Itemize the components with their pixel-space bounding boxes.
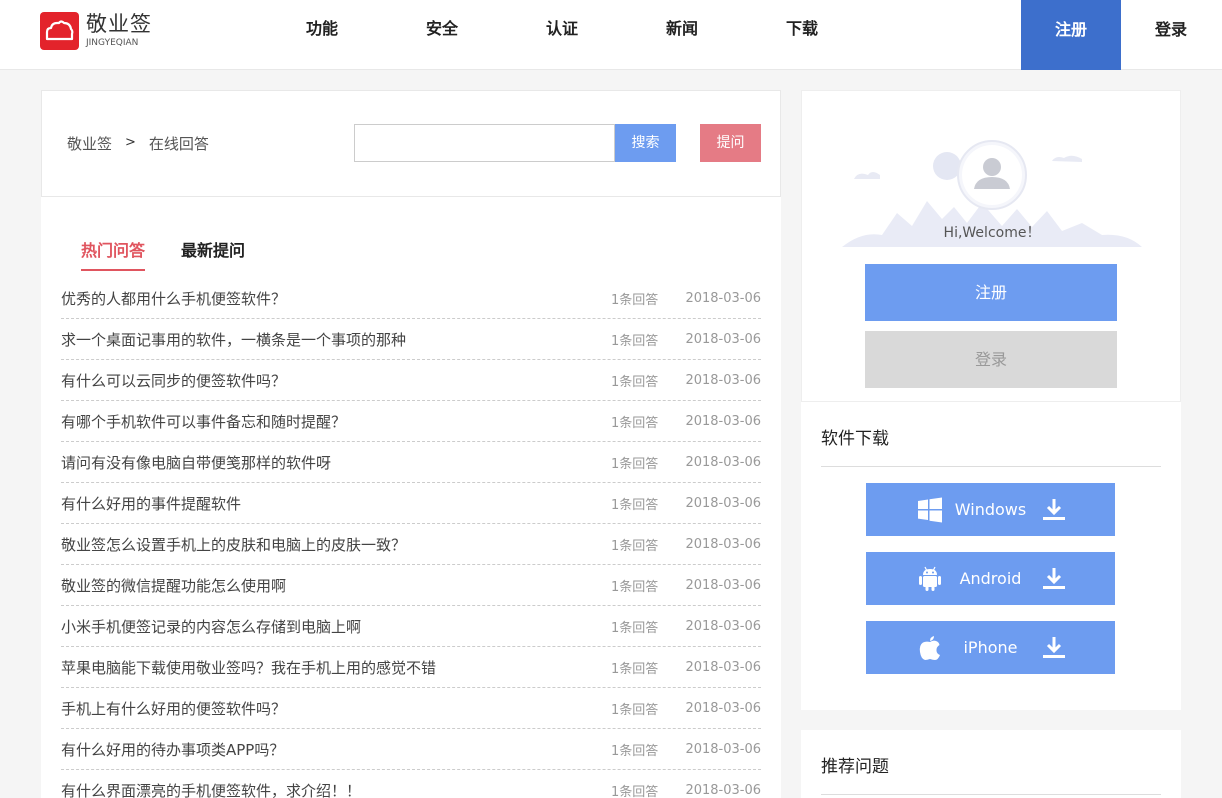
- question-date: 2018-03-06: [685, 372, 761, 388]
- question-date: 2018-03-06: [685, 577, 761, 593]
- download-windows-button[interactable]: Windows: [866, 483, 1115, 536]
- nav-item-certification[interactable]: 认证: [502, 0, 622, 60]
- download-iphone-button[interactable]: iPhone: [866, 621, 1115, 674]
- download-iphone-label: iPhone: [963, 638, 1018, 657]
- sidebar-login-button[interactable]: 登录: [865, 331, 1117, 388]
- top-header: 敬业签 JINGYEQIAN 功能 安全 认证 新闻 下载 注册 登录: [0, 0, 1222, 70]
- question-date: 2018-03-06: [685, 700, 761, 716]
- question-row[interactable]: 小米手机便签记录的内容怎么存储到电脑上啊 1条回答 2018-03-06: [61, 606, 761, 647]
- answer-count: 1条回答: [611, 538, 659, 554]
- answer-count: 1条回答: [611, 743, 659, 759]
- answer-count: 1条回答: [611, 374, 659, 390]
- welcome-panel: Hi,Welcome！ 注册 登录: [801, 90, 1181, 402]
- question-date: 2018-03-06: [685, 413, 761, 429]
- question-date: 2018-03-06: [685, 741, 761, 757]
- tab-latest-questions[interactable]: 最新提问: [181, 237, 245, 271]
- sidebar-register-button[interactable]: 注册: [865, 264, 1117, 321]
- question-row[interactable]: 有什么可以云同步的便签软件吗？ 1条回答 2018-03-06: [61, 360, 761, 401]
- question-date: 2018-03-06: [685, 495, 761, 511]
- nav-item-download[interactable]: 下载: [742, 0, 862, 60]
- header-register-button[interactable]: 注册: [1021, 0, 1121, 70]
- question-row[interactable]: 苹果电脑能下载使用敬业签吗？我在手机上用的感觉不错 1条回答 2018-03-06: [61, 647, 761, 688]
- logo-title: 敬业签: [86, 12, 152, 36]
- ask-question-button[interactable]: 提问: [700, 124, 761, 162]
- answer-count: 1条回答: [611, 415, 659, 431]
- nav-item-security[interactable]: 安全: [382, 0, 502, 60]
- question-date: 2018-03-06: [685, 659, 761, 675]
- answer-count: 1条回答: [611, 333, 659, 349]
- question-date: 2018-03-06: [685, 618, 761, 634]
- answer-count: 1条回答: [611, 456, 659, 472]
- breadcrumb-separator: >: [125, 135, 136, 150]
- nav-item-features[interactable]: 功能: [262, 0, 382, 60]
- question-date: 2018-03-06: [685, 290, 761, 306]
- answer-count: 1条回答: [611, 620, 659, 636]
- answer-count: 1条回答: [611, 702, 659, 718]
- answer-count: 1条回答: [611, 661, 659, 677]
- question-row[interactable]: 有什么好用的事件提醒软件 1条回答 2018-03-06: [61, 483, 761, 524]
- divider: [821, 794, 1161, 795]
- download-arrow-icon: [1043, 568, 1065, 589]
- download-android-button[interactable]: Android: [866, 552, 1115, 605]
- question-row[interactable]: 有什么好用的待办事项类APP吗？ 1条回答 2018-03-06: [61, 729, 761, 770]
- divider: [821, 466, 1161, 467]
- recommended-title: 推荐问题: [821, 757, 889, 777]
- nav-item-news[interactable]: 新闻: [622, 0, 742, 60]
- question-row[interactable]: 求一个桌面记事用的软件，一横条是一个事项的那种 1条回答 2018-03-06: [61, 319, 761, 360]
- download-android-label: Android: [959, 569, 1022, 588]
- download-panel: 软件下载 Windows Android iPhone: [801, 402, 1181, 710]
- question-date: 2018-03-06: [685, 782, 761, 798]
- answer-count: 1条回答: [611, 497, 659, 513]
- download-windows-label: Windows: [954, 500, 1027, 519]
- download-arrow-icon: [1043, 637, 1065, 658]
- search-input[interactable]: [354, 124, 615, 162]
- question-list: 优秀的人都用什么手机便签软件？ 1条回答 2018-03-06 求一个桌面记事用的软件…: [61, 278, 761, 798]
- breadcrumb-current: 在线回答: [148, 135, 209, 153]
- question-date: 2018-03-06: [685, 536, 761, 552]
- question-row[interactable]: 有哪个手机软件可以事件备忘和随时提醒？ 1条回答 2018-03-06: [61, 401, 761, 442]
- search-button[interactable]: 搜索: [615, 124, 676, 162]
- welcome-message: Hi,Welcome！: [943, 225, 1041, 241]
- recommended-panel: 推荐问题: [801, 730, 1181, 798]
- search-panel: 敬业签 > 在线回答 搜索 提问: [41, 90, 781, 197]
- main-nav: 功能 安全 认证 新闻 下载: [262, 0, 862, 60]
- question-row[interactable]: 敬业签的微信提醒功能怎么使用啊 1条回答 2018-03-06: [61, 565, 761, 606]
- question-row[interactable]: 手机上有什么好用的便签软件吗？ 1条回答 2018-03-06: [61, 688, 761, 729]
- breadcrumb: 敬业签 > 在线回答: [67, 133, 209, 154]
- answer-count: 1条回答: [611, 784, 659, 798]
- question-row[interactable]: 优秀的人都用什么手机便签软件？ 1条回答 2018-03-06: [61, 278, 761, 319]
- question-date: 2018-03-06: [685, 454, 761, 470]
- download-title: 软件下载: [821, 429, 889, 449]
- question-date: 2018-03-06: [685, 331, 761, 347]
- question-tabs: 热门问答 最新提问: [81, 237, 281, 271]
- question-list-panel: 热门问答 最新提问 优秀的人都用什么手机便签软件？ 1条回答 2018-03-06 求…: [41, 197, 781, 798]
- breadcrumb-home[interactable]: 敬业签: [67, 133, 112, 154]
- header-login-button[interactable]: 登录: [1121, 0, 1221, 60]
- answer-count: 1条回答: [611, 579, 659, 595]
- answer-count: 1条回答: [611, 292, 659, 308]
- tab-hot-questions[interactable]: 热门问答: [81, 237, 146, 271]
- question-row[interactable]: 请问有没有像电脑自带便笺那样的软件呀 1条回答 2018-03-06: [61, 442, 761, 483]
- question-row[interactable]: 有什么界面漂亮的手机便签软件，求介绍！！ 1条回答 2018-03-06: [61, 770, 761, 798]
- logo-icon: [40, 12, 79, 50]
- question-row[interactable]: 敬业签怎么设置手机上的皮肤和电脑上的皮肤一致？ 1条回答 2018-03-06: [61, 524, 761, 565]
- logo-subtitle: JINGYEQIAN: [86, 38, 139, 48]
- site-logo[interactable]: 敬业签 JINGYEQIAN: [40, 12, 152, 50]
- download-arrow-icon: [1043, 499, 1065, 520]
